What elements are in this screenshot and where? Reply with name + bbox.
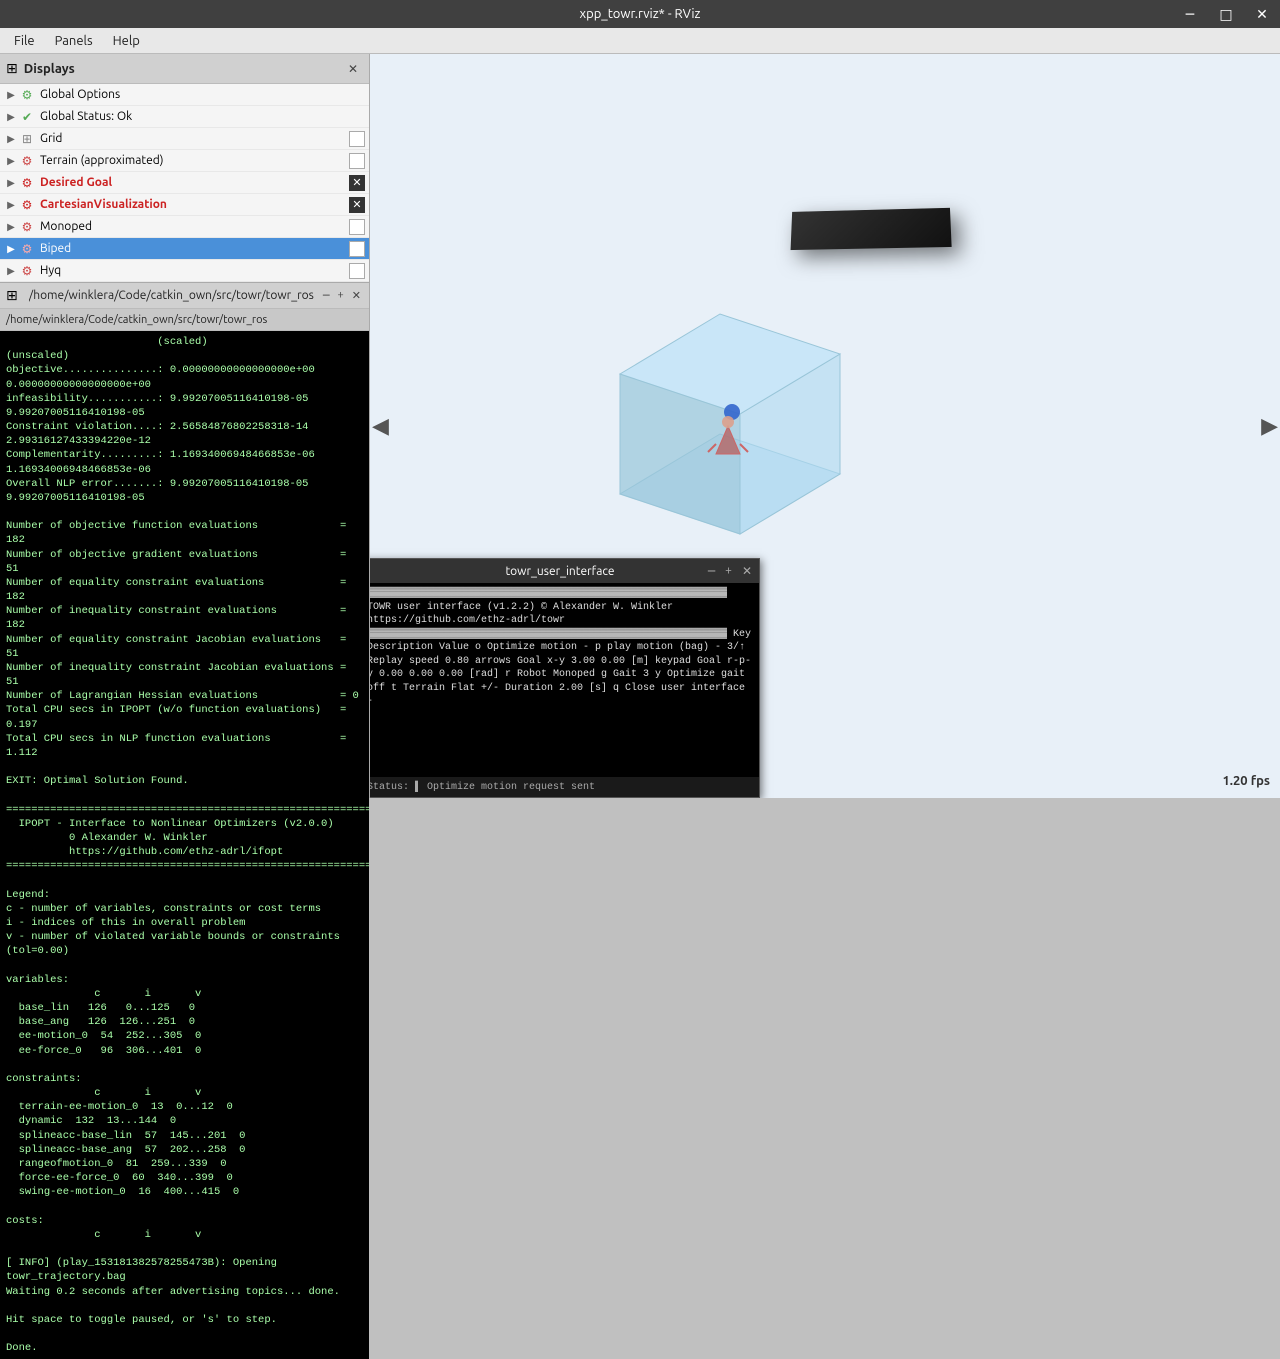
menu-file[interactable]: File [4, 32, 45, 50]
display-name: CartesianVisualization [40, 198, 349, 211]
menu-help[interactable]: Help [103, 32, 150, 50]
viewport: ◀ ▶ [370, 54, 1280, 798]
terrain-icon: ⚙ [18, 152, 36, 170]
visibility-checkbox[interactable]: ✕ [349, 175, 365, 191]
display-item-global-status[interactable]: ▶ ✔ Global Status: Ok [0, 106, 369, 128]
menu-panels[interactable]: Panels [45, 32, 103, 50]
biped-icon: ⚙ [18, 240, 36, 258]
expand-arrow: ▶ [4, 176, 18, 190]
displays-panel: ⊞ Displays ✕ ▶ ⚙ Global Options ▶ ✔ Glob… [0, 54, 369, 283]
maximize-button[interactable]: □ [1208, 0, 1244, 28]
titlebar: xpp_towr.rviz* - RViz ─ □ ✕ [0, 0, 1280, 28]
goal-icon: ⚙ [18, 174, 36, 192]
displays-header: ⊞ Displays ✕ [0, 54, 369, 84]
check-icon: ✔ [18, 108, 36, 126]
display-name: Grid [40, 132, 349, 145]
terminal-maximize[interactable]: + [722, 564, 735, 578]
expand-arrow: ▶ [4, 198, 18, 212]
console-maximize[interactable]: + [336, 289, 346, 302]
nav-arrow-right[interactable]: ▶ [1261, 413, 1278, 439]
terminal-titlebar: towr_user_interface ─ + ✕ [370, 559, 759, 583]
expand-arrow: ▶ [4, 264, 18, 278]
console-body: (scaled) (unscaled) objective...........… [0, 331, 369, 1359]
panel-icon: ⊞ [6, 60, 18, 77]
visibility-checkbox[interactable] [349, 153, 365, 169]
display-name: Hyq [40, 264, 349, 277]
display-name: Terrain (approximated) [40, 154, 349, 167]
scene-container: ◀ ▶ [370, 54, 1280, 798]
expand-arrow: ▶ [4, 242, 18, 256]
visibility-checkbox[interactable] [349, 131, 365, 147]
gear-icon: ⚙ [18, 86, 36, 104]
displays-title: Displays [24, 62, 75, 76]
fps-counter: 1.20 fps [1222, 774, 1270, 788]
expand-arrow: ▶ [4, 154, 18, 168]
console-panel: ⊞ /home/winklera/Code/catkin_own/src/tow… [0, 283, 369, 1359]
visibility-checkbox[interactable] [349, 241, 365, 257]
platform-box [791, 208, 952, 250]
displays-close-button[interactable]: ✕ [343, 59, 363, 79]
visibility-checkbox[interactable] [349, 219, 365, 235]
console-minimize[interactable]: ─ [321, 289, 332, 302]
window-controls: ─ □ ✕ [1172, 0, 1280, 28]
grid-icon: ⊞ [18, 130, 36, 148]
terminal-title: towr_user_interface [505, 565, 614, 578]
nav-arrow-left[interactable]: ◀ [372, 413, 389, 439]
expand-arrow: ▶ [4, 132, 18, 146]
console-controls: ─ + ✕ [321, 289, 363, 302]
menubar: File Panels Help [0, 28, 1280, 54]
status-text: Status: ▌ Optimize motion request sent [370, 782, 595, 793]
cartesian-icon: ⚙ [18, 196, 36, 214]
displays-header-left: ⊞ Displays [6, 60, 75, 77]
expand-arrow: ▶ [4, 88, 18, 102]
console-header: ⊞ /home/winklera/Code/catkin_own/src/tow… [0, 283, 369, 309]
display-item-global-options[interactable]: ▶ ⚙ Global Options [0, 84, 369, 106]
display-item-terrain[interactable]: ▶ ⚙ Terrain (approximated) [0, 150, 369, 172]
display-name: Monoped [40, 220, 349, 233]
window-title: xpp_towr.rviz* - RViz [580, 7, 701, 21]
display-name: Biped [40, 242, 349, 255]
terminal-controls: ─ + ✕ [705, 564, 755, 578]
visibility-checkbox[interactable] [349, 263, 365, 279]
expand-arrow: ▶ [4, 220, 18, 234]
left-panel: ⊞ Displays ✕ ▶ ⚙ Global Options ▶ ✔ Glob… [0, 54, 370, 798]
display-name: Global Options [40, 88, 365, 101]
display-item-cartesian[interactable]: ▶ ⚙ CartesianVisualization ✕ [0, 194, 369, 216]
hyq-icon: ⚙ [18, 262, 36, 280]
display-item-biped[interactable]: ▶ ⚙ Biped [0, 238, 369, 260]
cube-svg [580, 294, 880, 574]
console-subpath: /home/winklera/Code/catkin_own/src/towr/… [6, 314, 267, 326]
displays-list: ▶ ⚙ Global Options ▶ ✔ Global Status: Ok… [0, 84, 369, 282]
display-item-grid[interactable]: ▶ ⊞ Grid [0, 128, 369, 150]
visibility-checkbox[interactable]: ✕ [349, 197, 365, 213]
console-path-icon: ⊞ [6, 287, 18, 304]
display-item-hyq[interactable]: ▶ ⚙ Hyq [0, 260, 369, 282]
display-name: Global Status: Ok [40, 110, 365, 123]
terminal-body: ▓▓▓▓▓▓▓▓▓▓▓▓▓▓▓▓▓▓▓▓▓▓▓▓▓▓▓▓▓▓▓▓▓▓▓▓▓▓▓▓… [370, 583, 759, 777]
monoped-icon: ⚙ [18, 218, 36, 236]
display-item-desired-goal[interactable]: ▶ ⚙ Desired Goal ✕ [0, 172, 369, 194]
terminal-window: towr_user_interface ─ + ✕ ▓▓▓▓▓▓▓▓▓▓▓▓▓▓… [370, 558, 760, 798]
terminal-minimize[interactable]: ─ [705, 564, 718, 578]
minimize-button[interactable]: ─ [1172, 0, 1208, 28]
console-subheader: /home/winklera/Code/catkin_own/src/towr/… [0, 309, 369, 331]
display-name: Desired Goal [40, 176, 349, 189]
main-layout: ⊞ Displays ✕ ▶ ⚙ Global Options ▶ ✔ Glob… [0, 54, 1280, 798]
console-close[interactable]: ✕ [350, 289, 363, 302]
close-button[interactable]: ✕ [1244, 0, 1280, 28]
terminal-status: Status: ▌ Optimize motion request sent [370, 777, 759, 797]
display-item-monoped[interactable]: ▶ ⚙ Monoped [0, 216, 369, 238]
console-path: /home/winklera/Code/catkin_own/src/towr/… [29, 289, 314, 302]
expand-arrow: ▶ [4, 110, 18, 124]
terminal-close[interactable]: ✕ [739, 564, 755, 578]
